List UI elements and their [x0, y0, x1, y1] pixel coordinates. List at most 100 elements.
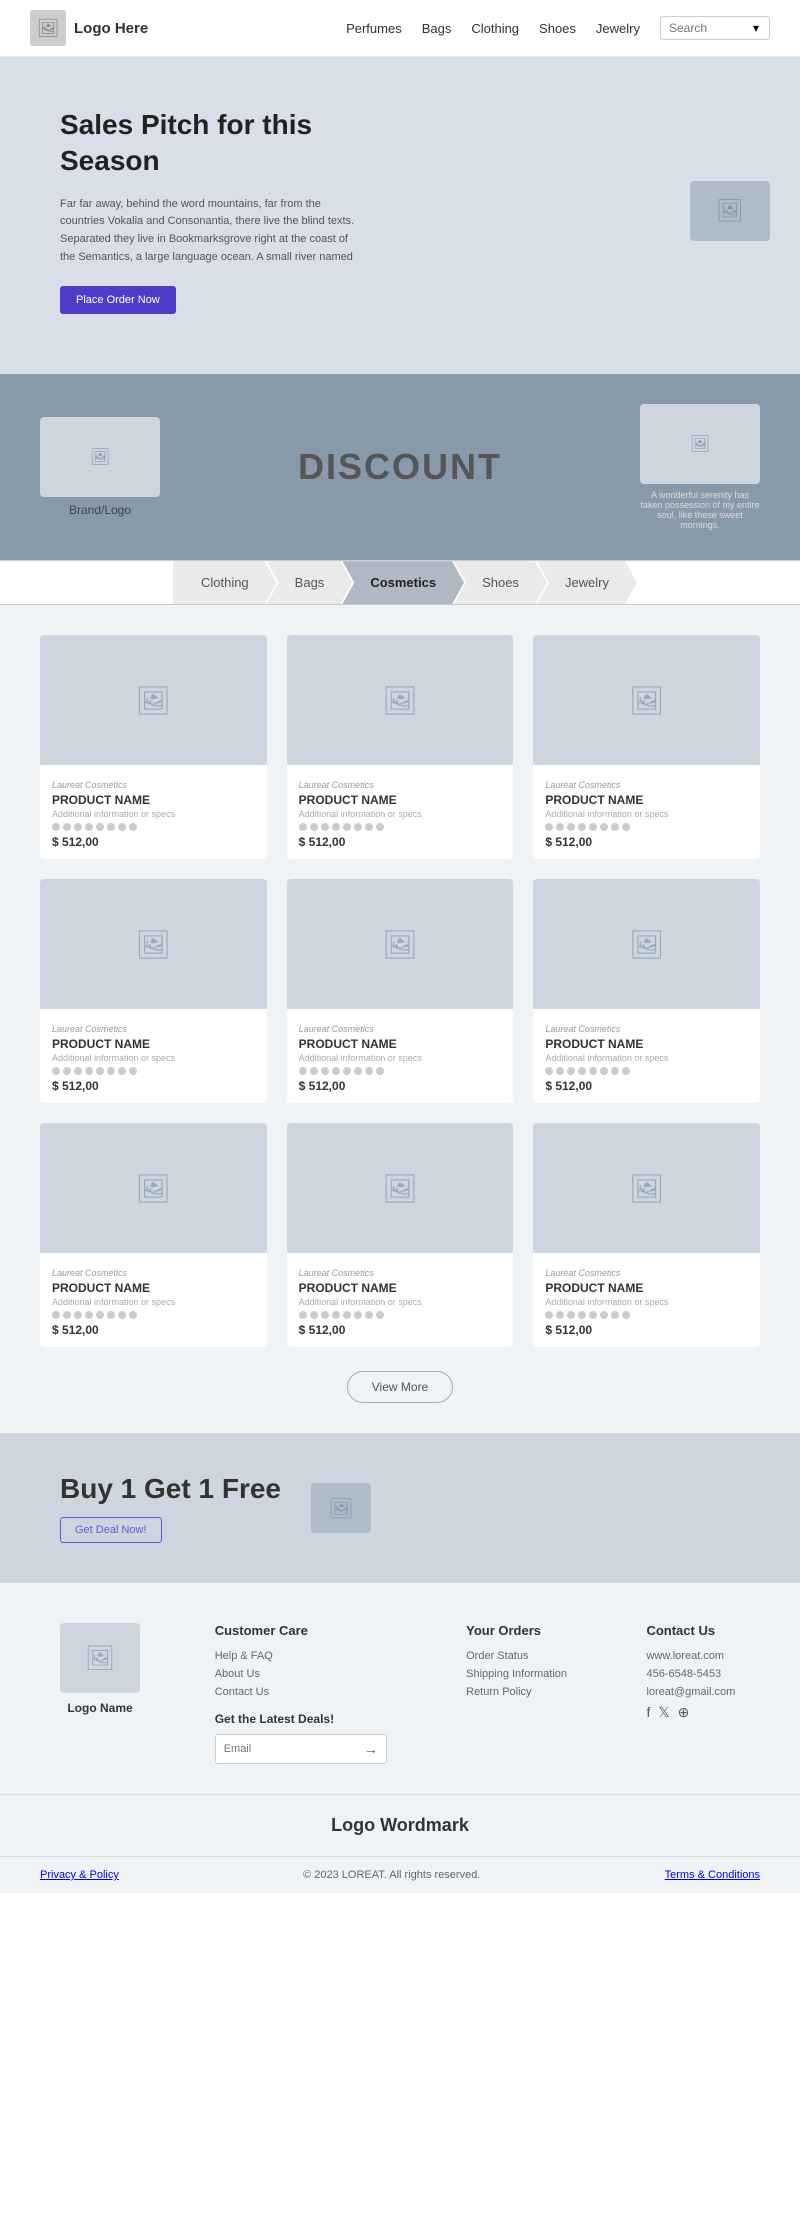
star-icon [74, 1067, 82, 1075]
star-icon [611, 1311, 619, 1319]
product-card-6[interactable]: 🖼 Laureat Cosmetics PRODUCT NAME Additio… [40, 1123, 267, 1347]
privacy-policy-link[interactable]: Privacy & Policy [40, 1869, 119, 1881]
product-card-8[interactable]: 🖼 Laureat Cosmetics PRODUCT NAME Additio… [533, 1123, 760, 1347]
search-input[interactable] [669, 21, 749, 35]
footer-help-faq[interactable]: Help & FAQ [215, 1650, 387, 1662]
star-icon [63, 1067, 71, 1075]
footer-contact-col: Contact Us www.loreat.com 456-6548-5453 … [646, 1623, 735, 1764]
footer-shipping[interactable]: Shipping Information [466, 1668, 567, 1680]
product-info: Laureat Cosmetics PRODUCT NAME Additiona… [40, 765, 267, 859]
footer-about[interactable]: About Us [215, 1668, 387, 1680]
brand-label: Brand/Logo [40, 503, 160, 517]
nav-perfumes[interactable]: Perfumes [346, 21, 402, 36]
star-icon [85, 1067, 93, 1075]
star-icon [343, 1067, 351, 1075]
tab-cosmetics[interactable]: Cosmetics [342, 561, 464, 604]
newsletter-email-input[interactable] [216, 1737, 356, 1761]
star-icon [118, 1311, 126, 1319]
star-icon [332, 823, 340, 831]
tab-bags[interactable]: Bags [267, 561, 353, 604]
star-icon [578, 823, 586, 831]
newsletter-form: → [215, 1734, 387, 1764]
product-name: PRODUCT NAME [299, 1281, 502, 1295]
header: 🖼 Logo Here Perfumes Bags Clothing Shoes… [0, 0, 800, 57]
star-icon [556, 1067, 564, 1075]
instagram-icon[interactable]: ⊕ [678, 1704, 690, 1721]
footer-logo-col: 🖼 Logo Name [40, 1623, 160, 1715]
product-image: 🖼 [40, 635, 267, 765]
star-icon [354, 823, 362, 831]
star-icon [107, 1067, 115, 1075]
hero-title: Sales Pitch for this Season [60, 107, 360, 180]
star-icon [354, 1311, 362, 1319]
footer-contact[interactable]: Contact Us [215, 1686, 387, 1698]
product-price: $ 512,00 [545, 1079, 748, 1093]
tab-shoes[interactable]: Shoes [454, 561, 547, 604]
product-name: PRODUCT NAME [299, 793, 502, 807]
newsletter-submit-button[interactable]: → [356, 1735, 386, 1763]
footer-return-policy[interactable]: Return Policy [466, 1686, 567, 1698]
product-card-7[interactable]: 🖼 Laureat Cosmetics PRODUCT NAME Additio… [287, 1123, 514, 1347]
product-brand: Laureat Cosmetics [545, 1024, 620, 1034]
get-deal-button[interactable]: Get Deal Now! [60, 1517, 162, 1543]
product-card-3[interactable]: 🖼 Laureat Cosmetics PRODUCT NAME Additio… [40, 879, 267, 1103]
nav-bags[interactable]: Bags [422, 21, 452, 36]
footer-columns: Customer Care Help & FAQ About Us Contac… [190, 1623, 760, 1764]
product-name: PRODUCT NAME [52, 1037, 255, 1051]
tab-clothing[interactable]: Clothing [173, 561, 277, 604]
star-icon [63, 823, 71, 831]
footer-order-status[interactable]: Order Status [466, 1650, 567, 1662]
terms-link[interactable]: Terms & Conditions [665, 1869, 760, 1881]
contact-website: www.loreat.com [646, 1650, 735, 1662]
nav-shoes[interactable]: Shoes [539, 21, 576, 36]
twitter-x-icon[interactable]: 𝕏 [658, 1704, 669, 1721]
star-icon [376, 1311, 384, 1319]
nav-clothing[interactable]: Clothing [471, 21, 519, 36]
product-price: $ 512,00 [545, 1323, 748, 1337]
star-icon [545, 1311, 553, 1319]
product-card-1[interactable]: 🖼 Laureat Cosmetics PRODUCT NAME Additio… [287, 635, 514, 859]
star-icon [332, 1067, 340, 1075]
place-order-button[interactable]: Place Order Now [60, 286, 176, 314]
nav-jewelry[interactable]: Jewelry [596, 21, 640, 36]
product-brand: Laureat Cosmetics [52, 1268, 127, 1278]
newsletter-label: Get the Latest Deals! [215, 1712, 387, 1726]
star-icon [567, 823, 575, 831]
products-section: 🖼 Laureat Cosmetics PRODUCT NAME Additio… [0, 605, 800, 1433]
copyright-text: © 2023 LOREAT. All rights reserved. [303, 1869, 480, 1881]
star-icon [589, 823, 597, 831]
star-icon [567, 1311, 575, 1319]
discount-left-image: 🖼 [40, 417, 160, 497]
logo-area: 🖼 Logo Here [30, 10, 148, 46]
product-info: Laureat Cosmetics PRODUCT NAME Additiona… [40, 1253, 267, 1347]
tab-jewelry[interactable]: Jewelry [537, 561, 637, 604]
customer-care-heading: Customer Care [215, 1623, 387, 1638]
product-price: $ 512,00 [299, 1323, 502, 1337]
footer-customer-care: Customer Care Help & FAQ About Us Contac… [215, 1623, 387, 1764]
product-card-2[interactable]: 🖼 Laureat Cosmetics PRODUCT NAME Additio… [533, 635, 760, 859]
facebook-icon[interactable]: f [646, 1704, 650, 1721]
product-image: 🖼 [40, 879, 267, 1009]
star-icon [74, 823, 82, 831]
view-more-button[interactable]: View More [347, 1371, 453, 1403]
star-icon [578, 1311, 586, 1319]
product-specs: Additional information or specs [52, 809, 255, 819]
star-icon [556, 823, 564, 831]
product-stars [545, 1067, 748, 1075]
star-icon [321, 1311, 329, 1319]
star-icon [622, 1067, 630, 1075]
product-stars [299, 1311, 502, 1319]
category-tabs: Clothing Bags Cosmetics Shoes Jewelry [0, 560, 800, 605]
logo-image: 🖼 [30, 10, 66, 46]
product-card-4[interactable]: 🖼 Laureat Cosmetics PRODUCT NAME Additio… [287, 879, 514, 1103]
discount-text: DISCOUNT [298, 446, 502, 488]
product-specs: Additional information or specs [545, 1053, 748, 1063]
product-card-5[interactable]: 🖼 Laureat Cosmetics PRODUCT NAME Additio… [533, 879, 760, 1103]
star-icon [118, 823, 126, 831]
product-stars [299, 823, 502, 831]
star-icon [611, 1067, 619, 1075]
product-brand: Laureat Cosmetics [299, 1024, 374, 1034]
product-card-0[interactable]: 🖼 Laureat Cosmetics PRODUCT NAME Additio… [40, 635, 267, 859]
product-specs: Additional information or specs [545, 809, 748, 819]
promo-banner: Buy 1 Get 1 Free Get Deal Now! 🖼 [0, 1433, 800, 1583]
